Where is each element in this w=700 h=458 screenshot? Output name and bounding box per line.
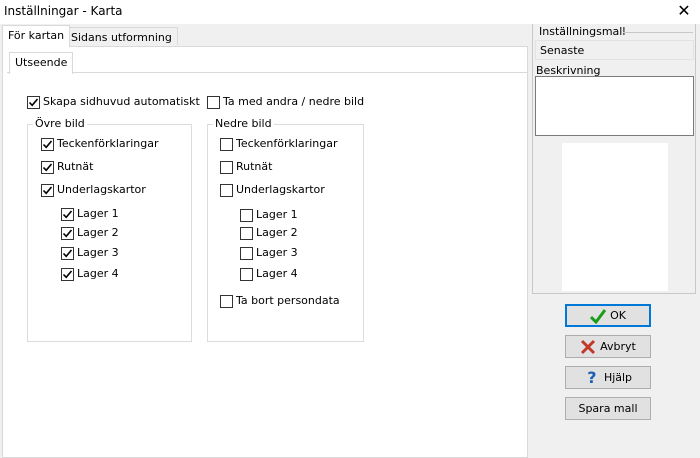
help-label: Hjälp xyxy=(603,371,633,384)
checkbox-box[interactable] xyxy=(41,138,54,151)
upper-layer2-label: Lager 2 xyxy=(77,226,119,239)
checkbox-box[interactable] xyxy=(240,209,253,222)
description-textarea[interactable] xyxy=(535,76,694,136)
save-template-button[interactable]: Spara mall xyxy=(565,397,651,420)
cross-icon xyxy=(581,339,596,354)
subtab-divider xyxy=(7,72,527,73)
checkbox-box[interactable] xyxy=(220,138,233,151)
checkbox-box[interactable] xyxy=(220,184,233,197)
save-template-label: Spara mall xyxy=(578,402,638,415)
upper-image-group: Övre bild Teckenförklaringar Rutnät Unde… xyxy=(27,117,192,342)
checkbox-box[interactable] xyxy=(61,268,74,281)
tab-utseende[interactable]: Utseende xyxy=(9,52,74,74)
checkbox-box[interactable] xyxy=(61,227,74,240)
lower-image-group: Nedre bild Teckenförklaringar Rutnät Und… xyxy=(207,117,364,342)
checkbox-box[interactable] xyxy=(207,96,220,109)
help-button[interactable]: ? Hjälp xyxy=(565,366,651,389)
lower-layer3-label: Lager 3 xyxy=(256,246,298,259)
lower-legend-label: Teckenförklaringar xyxy=(236,137,338,150)
checkmark-icon xyxy=(62,210,73,219)
lower-grid-label: Rutnät xyxy=(236,160,273,173)
checkbox-box[interactable] xyxy=(220,295,233,308)
checkmark-icon xyxy=(62,249,73,258)
remove-personal-label: Ta bort persondata xyxy=(236,294,340,307)
tab-for-kartan[interactable]: För kartan xyxy=(2,25,71,47)
checkmark-icon xyxy=(42,140,53,149)
ok-label: OK xyxy=(610,309,626,322)
lower-image-title: Nedre bild xyxy=(213,117,274,130)
lower-layer1-label: Lager 1 xyxy=(256,208,298,221)
checkmark-icon xyxy=(590,308,607,324)
checkmark-icon xyxy=(28,98,39,107)
checkbox-box[interactable] xyxy=(61,208,74,221)
title-bar: Inställningar - Karta ✕ xyxy=(0,0,700,24)
checkbox-box[interactable] xyxy=(220,161,233,174)
template-group-label: Inställningsmall xyxy=(539,25,626,38)
tab-sidans-utformning[interactable]: Sidans utformning xyxy=(65,27,178,45)
cancel-label: Avbryt xyxy=(600,340,636,353)
group-line xyxy=(623,32,693,33)
include-other-label: Ta med andra / nedre bild xyxy=(223,95,365,108)
checkbox-box[interactable] xyxy=(61,247,74,260)
upper-legend-label: Teckenförklaringar xyxy=(57,137,159,150)
lower-layer2-label: Lager 2 xyxy=(256,226,298,239)
checkbox-box[interactable] xyxy=(240,227,253,240)
checkmark-icon xyxy=(62,229,73,238)
question-icon: ? xyxy=(587,367,597,387)
template-pane: Inställningsmall Senaste Beskrivning xyxy=(532,24,696,294)
checkbox-box[interactable] xyxy=(41,161,54,174)
window-title: Inställningar - Karta xyxy=(4,4,123,18)
upper-layer4-label: Lager 4 xyxy=(77,267,119,280)
close-icon[interactable]: ✕ xyxy=(676,2,692,20)
upper-layer3-label: Lager 3 xyxy=(77,246,119,259)
lower-layer4-label: Lager 4 xyxy=(256,267,298,280)
upper-grid-label: Rutnät xyxy=(57,160,94,173)
upper-basemaps-label: Underlagskartor xyxy=(57,183,146,196)
checkbox-box[interactable] xyxy=(240,268,253,281)
upper-image-title: Övre bild xyxy=(33,117,87,130)
dialog-body: För kartan Sidans utformning Utseende Sk… xyxy=(0,24,700,458)
checkmark-icon xyxy=(62,270,73,279)
cancel-button[interactable]: Avbryt xyxy=(565,335,651,358)
ok-button[interactable]: OK xyxy=(565,304,651,327)
template-preview xyxy=(562,143,668,291)
checkmark-icon xyxy=(42,186,53,195)
checkbox-box[interactable] xyxy=(41,184,54,197)
template-select[interactable]: Senaste xyxy=(535,40,694,60)
checkbox-box[interactable] xyxy=(240,247,253,260)
tab-panel: Utseende Skapa sidhuvud automatiskt Ta m… xyxy=(2,46,528,458)
upper-layer1-label: Lager 1 xyxy=(77,207,119,220)
checkbox-box[interactable] xyxy=(27,96,40,109)
checkmark-icon xyxy=(42,163,53,172)
lower-basemaps-label: Underlagskartor xyxy=(236,183,325,196)
auto-header-label: Skapa sidhuvud automatiskt xyxy=(43,95,200,108)
